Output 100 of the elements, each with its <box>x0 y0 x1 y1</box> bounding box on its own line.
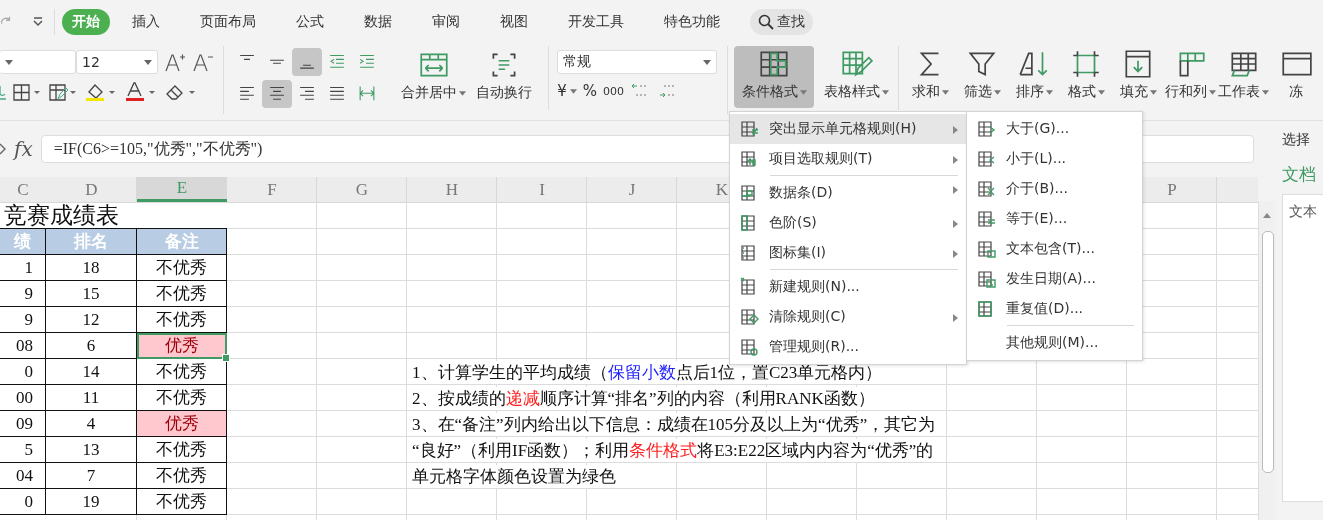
table-cell[interactable]: 不优秀 <box>137 255 227 281</box>
ribbon-button[interactable]: 筛选 <box>957 46 1007 108</box>
ribbon-button[interactable]: 合并居中 <box>398 47 470 109</box>
table-cell: 5 <box>0 437 46 463</box>
table-cell: 0 <box>0 359 46 385</box>
ribbon-button[interactable]: 求和 <box>905 46 955 108</box>
section-heading: 文档 <box>1282 163 1317 186</box>
submenu-arrow-icon <box>953 314 958 322</box>
column-header[interactable]: G <box>317 177 407 202</box>
ribbon-tab[interactable]: 插入 <box>122 9 170 35</box>
menu-item[interactable]: 发生日期(A)... <box>967 264 1142 294</box>
ribbon-button[interactable]: 条件格式 <box>734 46 815 108</box>
table-cell[interactable]: 优秀 <box>137 411 227 437</box>
menu-item[interactable]: 数据条(D) <box>730 174 966 208</box>
column-header[interactable]: D <box>46 177 137 202</box>
table-cell: 08 <box>0 333 46 359</box>
ribbon-tab[interactable]: 公式 <box>286 9 334 35</box>
align-center-icon[interactable] <box>262 80 293 108</box>
between-icon <box>976 179 996 199</box>
menu-item[interactable]: 其他规则(M)... <box>967 324 1142 358</box>
caret-icon <box>1045 89 1053 95</box>
ribbon-button[interactable]: 自动换行 <box>473 47 536 109</box>
menu-item[interactable]: 图标集(I) <box>730 238 966 268</box>
menu-item[interactable]: 管理规则(R)... <box>730 332 966 362</box>
menu-item[interactable]: 文本包含(T)... <box>967 234 1142 264</box>
menu-item[interactable]: 突出显示单元格规则(H) <box>730 114 966 144</box>
caret-icon <box>703 59 712 65</box>
caret-icon <box>881 89 889 95</box>
ribbon-tab[interactable]: 特色功能 <box>654 9 730 35</box>
column-header[interactable]: I <box>497 177 587 202</box>
number-format-field[interactable]: 常规 <box>557 50 718 74</box>
caret-icon <box>144 59 152 65</box>
column-header[interactable]: J <box>587 177 677 202</box>
menu-item[interactable]: 介于(B)... <box>967 174 1142 204</box>
table-arrow-icon <box>739 149 759 169</box>
fill-color-icon[interactable] <box>84 82 118 102</box>
pane-title: 选择 <box>1282 131 1311 149</box>
ribbon-button[interactable]: 工作表 <box>1218 46 1269 108</box>
scrollbar[interactable] <box>1258 201 1276 520</box>
number-format-button[interactable]: % <box>582 82 597 100</box>
ribbon-button[interactable]: 格式 <box>1061 46 1111 108</box>
submenu-arrow-icon <box>953 220 958 228</box>
header-cell: 排名 <box>46 229 137 255</box>
font-name-field[interactable] <box>0 50 76 74</box>
chevron-icon[interactable] <box>0 143 6 155</box>
search-icon <box>758 14 774 30</box>
ribbon-button[interactable]: 表格样式 <box>816 46 897 108</box>
ribbon-tab[interactable]: 页面布局 <box>190 9 266 35</box>
greater-than-icon <box>976 119 996 139</box>
align-bottom-icon[interactable] <box>292 48 323 76</box>
table-cell[interactable]: 优秀 <box>137 333 227 359</box>
function-button[interactable]: fx <box>14 137 33 161</box>
borders-icon[interactable] <box>12 82 42 102</box>
ribbon-tab[interactable]: 数据 <box>354 9 402 35</box>
number-format-button[interactable]: 000 <box>603 84 624 98</box>
caret-icon <box>5 59 13 65</box>
font-color-icon[interactable] <box>124 82 158 102</box>
caret-icon <box>941 89 949 95</box>
number-format-button[interactable]: ¥ <box>557 82 577 100</box>
ribbon-button[interactable]: 排序 <box>1009 46 1059 108</box>
table-cell: 4 <box>46 411 137 437</box>
decrease-font-icon[interactable] <box>192 52 214 72</box>
menu-item[interactable]: 重复值(D)... <box>967 294 1142 324</box>
ribbon-button[interactable]: 填充 <box>1113 46 1163 108</box>
table-cell[interactable]: 不优秀 <box>137 359 227 385</box>
column-header[interactable]: H <box>407 177 497 202</box>
ribbon-tab[interactable]: 开发工具 <box>558 9 634 35</box>
ribbon-button[interactable]: 冻 <box>1271 46 1321 108</box>
table-cell[interactable]: 不优秀 <box>137 489 227 515</box>
table-cell[interactable]: 不优秀 <box>137 385 227 411</box>
font-size-field[interactable]: 12 <box>76 50 158 74</box>
menu-item[interactable]: 清除规则(C) <box>730 302 966 332</box>
ribbon-tab[interactable]: 审阅 <box>422 9 470 35</box>
table-cell: 04 <box>0 463 46 489</box>
table-cell: 1 <box>0 255 46 281</box>
caret-icon <box>569 88 577 94</box>
menu-item[interactable]: 色阶(S) <box>730 208 966 238</box>
menu-item[interactable]: 新建规则(N)... <box>730 268 966 302</box>
table-cell[interactable]: 不优秀 <box>137 307 227 333</box>
column-header[interactable]: C <box>0 177 46 202</box>
column-header[interactable]: F <box>227 177 317 202</box>
dropdown-caret-icon[interactable] <box>32 16 44 28</box>
ribbon-button[interactable]: 行和列 <box>1165 46 1216 108</box>
ribbon-tab[interactable]: 视图 <box>490 9 538 35</box>
increase-font-icon[interactable] <box>164 52 186 72</box>
table-cell[interactable]: 不优秀 <box>137 437 227 463</box>
table-cell: 7 <box>46 463 137 489</box>
table-cell: 11 <box>46 385 137 411</box>
table-cell[interactable]: 不优秀 <box>137 281 227 307</box>
submenu-arrow-icon <box>953 250 958 258</box>
search-button[interactable]: 查找 <box>750 9 813 35</box>
caret-icon <box>1262 89 1269 95</box>
equals-icon <box>976 209 996 229</box>
menu-item[interactable]: 等于(E)... <box>967 204 1142 234</box>
cell-style-icon[interactable] <box>48 82 78 102</box>
gear-table-icon <box>739 337 759 357</box>
text-table-icon <box>976 239 996 259</box>
scroll-up-icon[interactable] <box>1263 213 1271 218</box>
table-cell[interactable]: 不优秀 <box>137 463 227 489</box>
text-field[interactable]: 文本 <box>1282 194 1323 502</box>
